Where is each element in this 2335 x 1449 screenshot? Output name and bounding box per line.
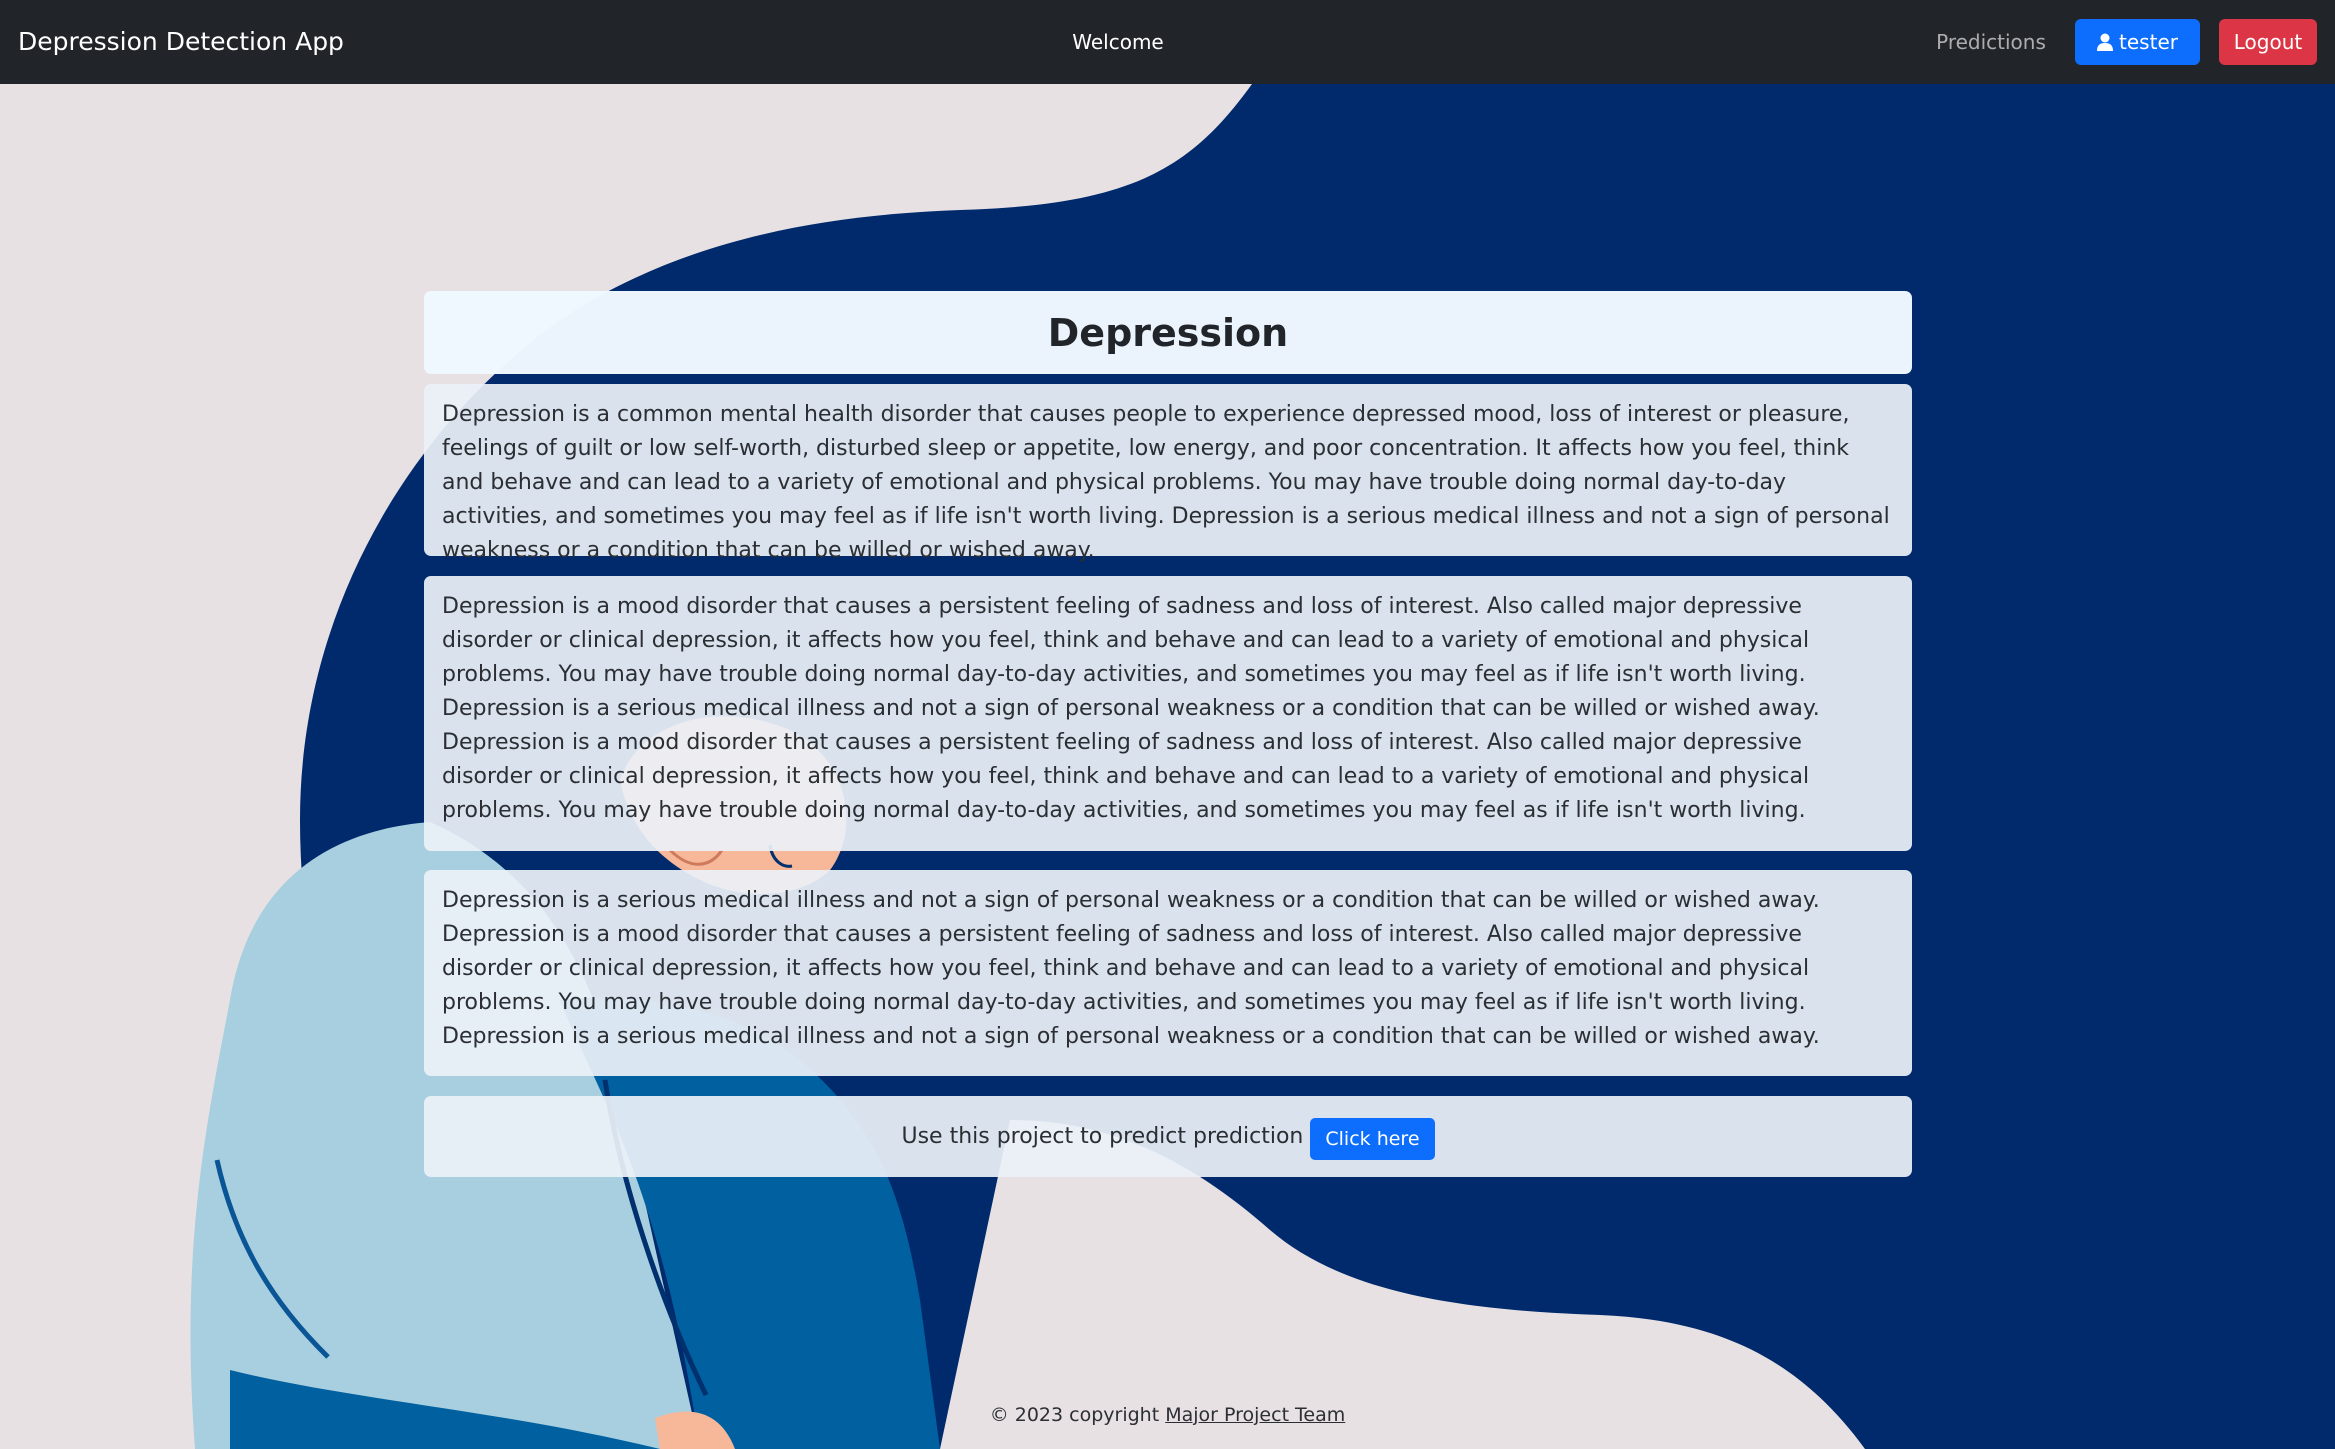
footer-team-link[interactable]: Major Project Team: [1165, 1404, 1345, 1426]
nav-welcome[interactable]: Welcome: [1050, 0, 1186, 84]
info-card-3: Depression is a serious medical illness …: [424, 870, 1912, 1076]
info-paragraph-1: Depression is a common mental health dis…: [442, 402, 1890, 563]
logout-button[interactable]: Logout: [2219, 19, 2317, 65]
page-title: Depression: [1047, 310, 1289, 355]
brand-title[interactable]: Depression Detection App: [18, 0, 344, 84]
info-paragraph-2: Depression is a mood disorder that cause…: [442, 594, 1820, 823]
info-paragraph-3: Depression is a serious medical illness …: [442, 888, 1820, 1049]
person-icon: [2097, 33, 2114, 51]
footer: © 2023 copyright Major Project Team: [0, 1404, 2335, 1426]
footer-copyright: © 2023 copyright: [989, 1404, 1160, 1426]
cta-text: Use this project to predict prediction: [901, 1124, 1304, 1149]
title-card: Depression: [424, 291, 1912, 374]
user-button-label: tester: [2119, 30, 2178, 54]
cta-card: Use this project to predict prediction C…: [424, 1096, 1912, 1177]
info-card-1: Depression is a common mental health dis…: [424, 384, 1912, 563]
click-here-button[interactable]: Click here: [1310, 1117, 1435, 1160]
navbar: Depression Detection App Welcome Predict…: [0, 0, 2335, 84]
nav-predictions-link[interactable]: Predictions: [1930, 0, 2052, 84]
user-button[interactable]: tester: [2075, 19, 2200, 65]
info-card-2: Depression is a mood disorder that cause…: [424, 576, 1912, 851]
